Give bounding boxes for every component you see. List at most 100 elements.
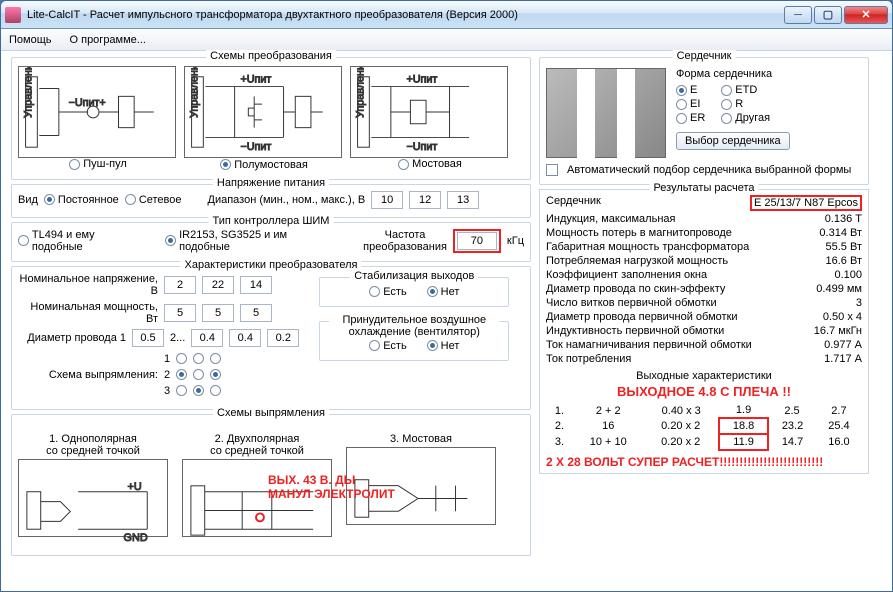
result-row: Ток потребления1.717 А [546,352,862,366]
svg-text:GND: GND [124,532,148,544]
stab-title: Стабилизация выходов [350,270,478,282]
menu-help[interactable]: Помощь [9,34,52,46]
radio-dc[interactable]: Постоянное [44,194,119,206]
stab-no[interactable]: Нет [427,286,460,298]
rs-3c[interactable] [210,385,221,396]
svg-text:Управление: Управление [22,67,34,118]
radio-ac[interactable]: Сетевое [125,194,182,206]
cool-no[interactable]: Нет [427,340,460,352]
rs-1b[interactable] [193,353,204,364]
conv-title: Характеристики преобразователя [180,259,361,271]
circuit-halfbridge: Управление +Uпит−Uпит [184,66,342,158]
freq-label: Частота преобразования [363,229,447,253]
maximize-button[interactable]: ▢ [814,6,842,24]
rs-2a[interactable] [176,369,187,380]
freq-input[interactable] [457,232,497,250]
out-row: 2.160.20 x 218.823.225.4 [546,418,862,434]
menubar: Помощь О программе... [1,29,892,51]
rect1-label: 1. Однополярная со средней точкой [46,433,140,457]
outtitle: Выходные характеристики [546,366,862,382]
shape-ETD[interactable]: ETD [721,84,770,96]
vmax-input[interactable] [447,191,479,209]
svg-text:+Uпит: +Uпит [407,74,438,86]
core-shape-label: Форма сердечника [676,68,790,80]
shape-E[interactable]: E [676,84,705,96]
svg-text:−Uпит+: −Uпит+ [69,97,106,109]
d2-input[interactable] [229,329,261,347]
nomV-label: Номинальное напряжение, В [18,273,158,297]
rect3-label: 3. Мостовая [390,433,452,445]
rect-group: Схемы выпрямления 1. Однополярная со сре… [11,414,531,556]
output-table: 1.2 + 20.40 x 31.92.52.72.160.20 x 218.8… [546,403,862,451]
result-row: Число витков первичной обмотки3 [546,296,862,310]
core-image [546,68,666,158]
stab-yes[interactable]: Есть [369,286,406,298]
stab-group: Стабилизация выходов Есть Нет [319,277,509,307]
radio-tl494[interactable]: TL494 и ему подобные [18,229,147,253]
out-row: 1.2 + 20.40 x 31.92.52.7 [546,403,862,418]
shape-ER[interactable]: ER [676,112,705,124]
radio-ir2153[interactable]: IR2153, SG3525 и им подобные [165,229,339,253]
conv-group: Характеристики преобразователя Номинальн… [11,266,531,410]
menu-about[interactable]: О программе... [70,34,146,46]
results-title: Результаты расчета [649,182,758,194]
v1-input[interactable] [164,276,196,294]
p3-input[interactable] [240,304,272,322]
radio-pushpull[interactable]: Пуш-пул [69,158,127,170]
result-row: Диаметр провода по скин-эффекту0.499 мм [546,282,862,296]
v2-input[interactable] [202,276,234,294]
annotation-2: ВЫХОДНОЕ 4.8 С ПЛЕЧА !! [546,382,862,401]
minimize-button[interactable]: ─ [784,6,812,24]
p2-input[interactable] [202,304,234,322]
svg-text:−Uпит: −Uпит [241,141,272,153]
supply-title: Напряжение питания [213,177,329,189]
schemes-title: Схемы преобразования [206,50,336,62]
d0-input[interactable] [132,329,164,347]
svg-text:Управление: Управление [354,67,366,118]
auto-core-label: Автоматический подбор сердечника выбранн… [567,164,851,176]
v3-input[interactable] [240,276,272,294]
supply-range-label: Диапазон (мин., ном., макс.), В [208,194,366,206]
choose-core-button[interactable]: Выбор сердечника [676,132,790,150]
svg-text:−Uпит: −Uпит [407,141,438,153]
rect1-circuit: +UGND [18,459,168,537]
shape-EI[interactable]: EI [676,98,705,110]
rectScheme-label: Схема выпрямления: [18,369,158,381]
d3-input[interactable] [267,329,299,347]
schemes-group: Схемы преобразования Управление −Uпит+ П… [11,57,531,180]
nomP-label: Номинальная мощность, Вт [18,301,158,325]
core-group: Сердечник Форма сердечника E EI ER [539,57,869,185]
auto-core-checkbox[interactable] [546,164,558,176]
p1-input[interactable] [164,304,196,322]
supply-group: Напряжение питания Вид Постоянное Сетево… [11,184,531,218]
svg-text:+U: +U [128,480,142,492]
cool-yes[interactable]: Есть [369,340,406,352]
result-row: Коэффициент заполнения окна0.100 [546,268,862,282]
rs-3a[interactable] [176,385,187,396]
rs-2c[interactable] [210,369,221,380]
rs-1a[interactable] [176,353,187,364]
cool-group: Принудительное воздушное охлаждение (вен… [319,321,509,361]
vnom-input[interactable] [409,191,441,209]
d1-input[interactable] [191,329,223,347]
rs-3b[interactable] [193,385,204,396]
freq-unit: кГц [507,235,524,247]
result-row: Габаритная мощность трансформатора55.5 В… [546,240,862,254]
rect2-label: 2. Двухполярная со средней точкой [210,433,304,457]
shape-Other[interactable]: Другая [721,112,770,124]
app-window: Lite-CalcIT - Расчет импульсного трансфо… [0,0,893,592]
app-icon [5,7,21,23]
core-title: Сердечник [673,50,736,62]
shape-R[interactable]: R [721,98,770,110]
rs-1c[interactable] [210,353,221,364]
annotation-3: 2 Х 28 ВОЛЬТ СУПЕР РАСЧЕТ!!!!!!!!!!!!!!!… [546,451,862,469]
rs-2b[interactable] [193,369,204,380]
res-core-value: E 25/13/7 N87 Epcos [750,195,862,211]
vmin-input[interactable] [371,191,403,209]
radio-fullbridge[interactable]: Мостовая [398,158,462,170]
cool-title: Принудительное воздушное охлаждение (вен… [329,314,499,338]
radio-halfbridge[interactable]: Полумостовая [220,159,308,171]
result-row: Мощность потерь в магнитопроводе0.314 Вт [546,226,862,240]
close-button[interactable]: ✕ [844,6,888,24]
circuit-fullbridge: Управление +Uпит −Uпит [350,66,508,158]
